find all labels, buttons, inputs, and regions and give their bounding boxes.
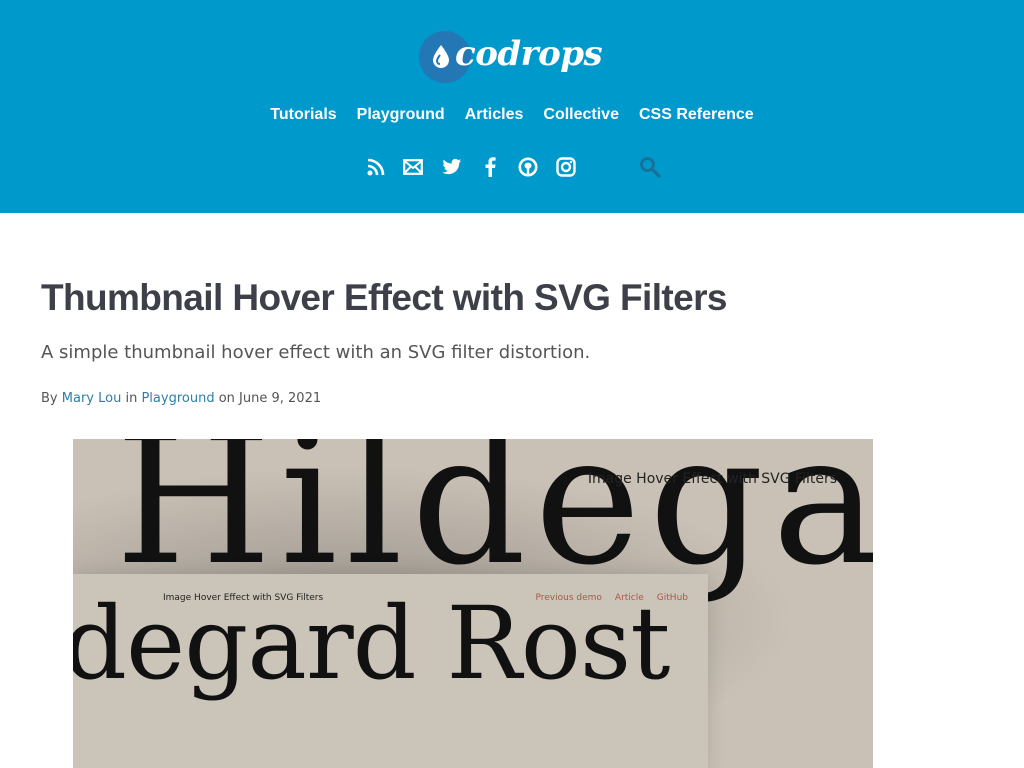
logo-text: codrops (455, 34, 603, 74)
search-icon[interactable] (638, 154, 662, 180)
article-byline: By Mary Lou in Playground on June 9, 202… (41, 391, 321, 406)
facebook-icon[interactable] (478, 154, 502, 180)
site-header: codrops Tutorials Playground Articles Co… (0, 0, 1024, 213)
byline-in: in (125, 391, 138, 406)
nav-collective[interactable]: Collective (533, 106, 629, 124)
hero-image[interactable]: Hildegar Image Hover Effect with SVG Fil… (73, 439, 873, 768)
nav-playground[interactable]: Playground (347, 106, 455, 124)
hero-caption: Image Hover Effect with SVG Filters (587, 471, 837, 487)
hero-inner-screenshot: Image Hover Effect with SVG Filters Prev… (73, 574, 708, 768)
social-links (0, 154, 1024, 182)
github-icon[interactable] (516, 154, 540, 180)
byline-date: on June 9, 2021 (218, 391, 322, 406)
hero-big-word: Hildegar (115, 439, 873, 605)
nav-css-reference[interactable]: CSS Reference (629, 106, 764, 124)
instagram-icon[interactable] (554, 154, 578, 180)
category-link[interactable]: Playground (141, 391, 214, 406)
nav-tutorials[interactable]: Tutorials (260, 106, 346, 124)
author-link[interactable]: Mary Lou (62, 391, 122, 406)
twitter-icon[interactable] (440, 154, 464, 180)
article-subtitle: A simple thumbnail hover effect with an … (41, 342, 591, 363)
byline-by: By (41, 391, 58, 406)
site-logo[interactable]: codrops (419, 30, 603, 84)
main-nav: Tutorials Playground Articles Collective… (0, 106, 1024, 124)
article-title: Thumbnail Hover Effect with SVG Filters (41, 277, 727, 318)
nav-articles[interactable]: Articles (455, 106, 534, 124)
mail-icon[interactable] (401, 154, 425, 180)
rss-icon[interactable] (364, 154, 388, 180)
inner-big-word: degard Rost (73, 585, 670, 702)
